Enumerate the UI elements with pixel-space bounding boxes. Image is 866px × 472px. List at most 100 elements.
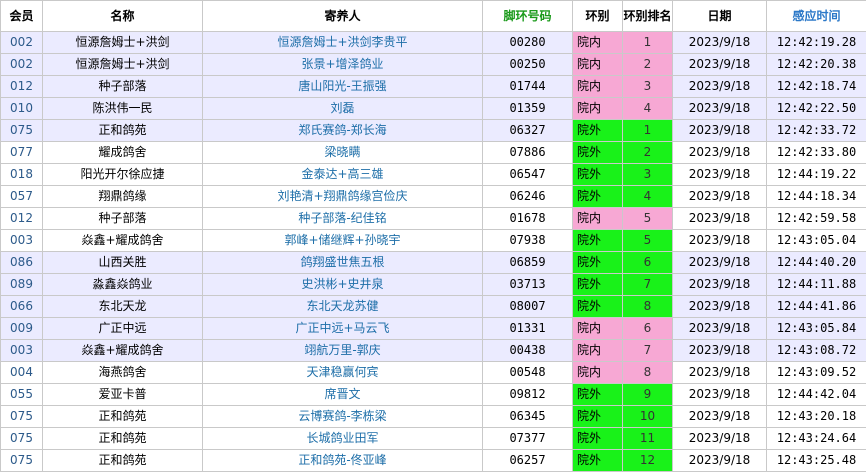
name-cell: 正和鸽苑 bbox=[43, 428, 203, 450]
zone-cell: 院外 bbox=[573, 296, 623, 318]
date-cell: 2023/9/18 bbox=[673, 120, 767, 142]
ring-number-cell: 01744 bbox=[483, 76, 573, 98]
zone-cell: 院外 bbox=[573, 384, 623, 406]
breeder-cell: 云博赛鸽-李栋梁 bbox=[203, 406, 483, 428]
time-cell: 12:43:25.48 bbox=[767, 450, 866, 472]
name-cell: 种子部落 bbox=[43, 76, 203, 98]
rank-cell: 4 bbox=[623, 186, 673, 208]
zone-cell: 院外 bbox=[573, 428, 623, 450]
rank-cell: 1 bbox=[623, 32, 673, 54]
date-cell: 2023/9/18 bbox=[673, 384, 767, 406]
table-row: 004海燕鸽舍天津稳赢何宾00548院内82023/9/1812:43:09.5… bbox=[1, 362, 866, 384]
time-cell: 12:42:33.80 bbox=[767, 142, 866, 164]
member-cell: 010 bbox=[1, 98, 43, 120]
time-cell: 12:42:18.74 bbox=[767, 76, 866, 98]
ring-number-cell: 01331 bbox=[483, 318, 573, 340]
date-cell: 2023/9/18 bbox=[673, 340, 767, 362]
date-cell: 2023/9/18 bbox=[673, 54, 767, 76]
zone-cell: 院外 bbox=[573, 406, 623, 428]
rank-cell: 6 bbox=[623, 252, 673, 274]
time-cell: 12:44:40.20 bbox=[767, 252, 866, 274]
date-cell: 2023/9/18 bbox=[673, 164, 767, 186]
time-cell: 12:44:42.04 bbox=[767, 384, 866, 406]
member-cell: 009 bbox=[1, 318, 43, 340]
ring-number-cell: 06345 bbox=[483, 406, 573, 428]
breeder-cell: 恒源詹姆士+洪剑李贵平 bbox=[203, 32, 483, 54]
name-cell: 耀成鸽舍 bbox=[43, 142, 203, 164]
breeder-cell: 正和鸽苑-佟亚峰 bbox=[203, 450, 483, 472]
time-cell: 12:44:18.34 bbox=[767, 186, 866, 208]
table-row: 009广正中远广正中远+马云飞01331院内62023/9/1812:43:05… bbox=[1, 318, 866, 340]
table-row: 075正和鸽苑长城鸽业田军07377院外112023/9/1812:43:24.… bbox=[1, 428, 866, 450]
member-cell: 075 bbox=[1, 406, 43, 428]
member-cell: 075 bbox=[1, 120, 43, 142]
header-time: 感应时间 bbox=[767, 1, 866, 32]
table-row: 018阳光开尔徐应捷金泰达+高三雄06547院外32023/9/1812:44:… bbox=[1, 164, 866, 186]
date-cell: 2023/9/18 bbox=[673, 274, 767, 296]
date-cell: 2023/9/18 bbox=[673, 98, 767, 120]
rank-cell: 2 bbox=[623, 142, 673, 164]
zone-cell: 院外 bbox=[573, 164, 623, 186]
results-body: 002恒源詹姆士+洪剑恒源詹姆士+洪剑李贵平00280院内12023/9/181… bbox=[1, 32, 866, 472]
breeder-cell: 郑氏赛鸽-郑长海 bbox=[203, 120, 483, 142]
zone-cell: 院内 bbox=[573, 98, 623, 120]
rank-cell: 11 bbox=[623, 428, 673, 450]
name-cell: 正和鸽苑 bbox=[43, 406, 203, 428]
breeder-cell: 天津稳赢何宾 bbox=[203, 362, 483, 384]
table-row: 002恒源詹姆士+洪剑恒源詹姆士+洪剑李贵平00280院内12023/9/181… bbox=[1, 32, 866, 54]
rank-cell: 3 bbox=[623, 164, 673, 186]
member-cell: 012 bbox=[1, 76, 43, 98]
time-cell: 12:43:08.72 bbox=[767, 340, 866, 362]
header-name: 名称 bbox=[43, 1, 203, 32]
ring-number-cell: 07886 bbox=[483, 142, 573, 164]
ring-number-cell: 00548 bbox=[483, 362, 573, 384]
zone-cell: 院外 bbox=[573, 274, 623, 296]
rank-cell: 2 bbox=[623, 54, 673, 76]
ring-number-cell: 08007 bbox=[483, 296, 573, 318]
time-cell: 12:43:20.18 bbox=[767, 406, 866, 428]
ring-number-cell: 07377 bbox=[483, 428, 573, 450]
table-row: 002恒源詹姆士+洪剑张景+增泽鸽业00250院内22023/9/1812:42… bbox=[1, 54, 866, 76]
rank-cell: 10 bbox=[623, 406, 673, 428]
zone-cell: 院内 bbox=[573, 318, 623, 340]
time-cell: 12:44:19.22 bbox=[767, 164, 866, 186]
zone-cell: 院内 bbox=[573, 340, 623, 362]
breeder-cell: 席晋文 bbox=[203, 384, 483, 406]
date-cell: 2023/9/18 bbox=[673, 318, 767, 340]
header-rank: 环别排名 bbox=[623, 1, 673, 32]
table-row: 077耀成鸽舍梁晓瞒07886院外22023/9/1812:42:33.80 bbox=[1, 142, 866, 164]
member-cell: 089 bbox=[1, 274, 43, 296]
member-cell: 018 bbox=[1, 164, 43, 186]
table-row: 010陈洪伟一民刘磊01359院内42023/9/1812:42:22.50 bbox=[1, 98, 866, 120]
time-cell: 12:42:59.58 bbox=[767, 208, 866, 230]
time-cell: 12:42:19.28 bbox=[767, 32, 866, 54]
table-row: 057翔鼎鸽缘刘艳清+翔鼎鸽缘宫俭庆06246院外42023/9/1812:44… bbox=[1, 186, 866, 208]
table-row: 003焱鑫+耀成鸽舍郭峰+储继辉+孙晓宇07938院外52023/9/1812:… bbox=[1, 230, 866, 252]
member-cell: 004 bbox=[1, 362, 43, 384]
table-row: 066东北天龙东北天龙苏健08007院外82023/9/1812:44:41.8… bbox=[1, 296, 866, 318]
member-cell: 075 bbox=[1, 450, 43, 472]
header-breeder: 寄养人 bbox=[203, 1, 483, 32]
name-cell: 恒源詹姆士+洪剑 bbox=[43, 32, 203, 54]
breeder-cell: 史洪彬+史井泉 bbox=[203, 274, 483, 296]
rank-cell: 5 bbox=[623, 208, 673, 230]
breeder-cell: 种子部落-纪佳铭 bbox=[203, 208, 483, 230]
rank-cell: 9 bbox=[623, 384, 673, 406]
name-cell: 广正中远 bbox=[43, 318, 203, 340]
rank-cell: 1 bbox=[623, 120, 673, 142]
rank-cell: 8 bbox=[623, 362, 673, 384]
time-cell: 12:44:41.86 bbox=[767, 296, 866, 318]
ring-number-cell: 00280 bbox=[483, 32, 573, 54]
zone-cell: 院外 bbox=[573, 230, 623, 252]
zone-cell: 院内 bbox=[573, 362, 623, 384]
name-cell: 恒源詹姆士+洪剑 bbox=[43, 54, 203, 76]
date-cell: 2023/9/18 bbox=[673, 32, 767, 54]
name-cell: 山西关胜 bbox=[43, 252, 203, 274]
zone-cell: 院外 bbox=[573, 142, 623, 164]
zone-cell: 院内 bbox=[573, 208, 623, 230]
rank-cell: 7 bbox=[623, 340, 673, 362]
name-cell: 焱鑫+耀成鸽舍 bbox=[43, 230, 203, 252]
breeder-cell: 翊航万里-郭庆 bbox=[203, 340, 483, 362]
member-cell: 012 bbox=[1, 208, 43, 230]
ring-number-cell: 06327 bbox=[483, 120, 573, 142]
